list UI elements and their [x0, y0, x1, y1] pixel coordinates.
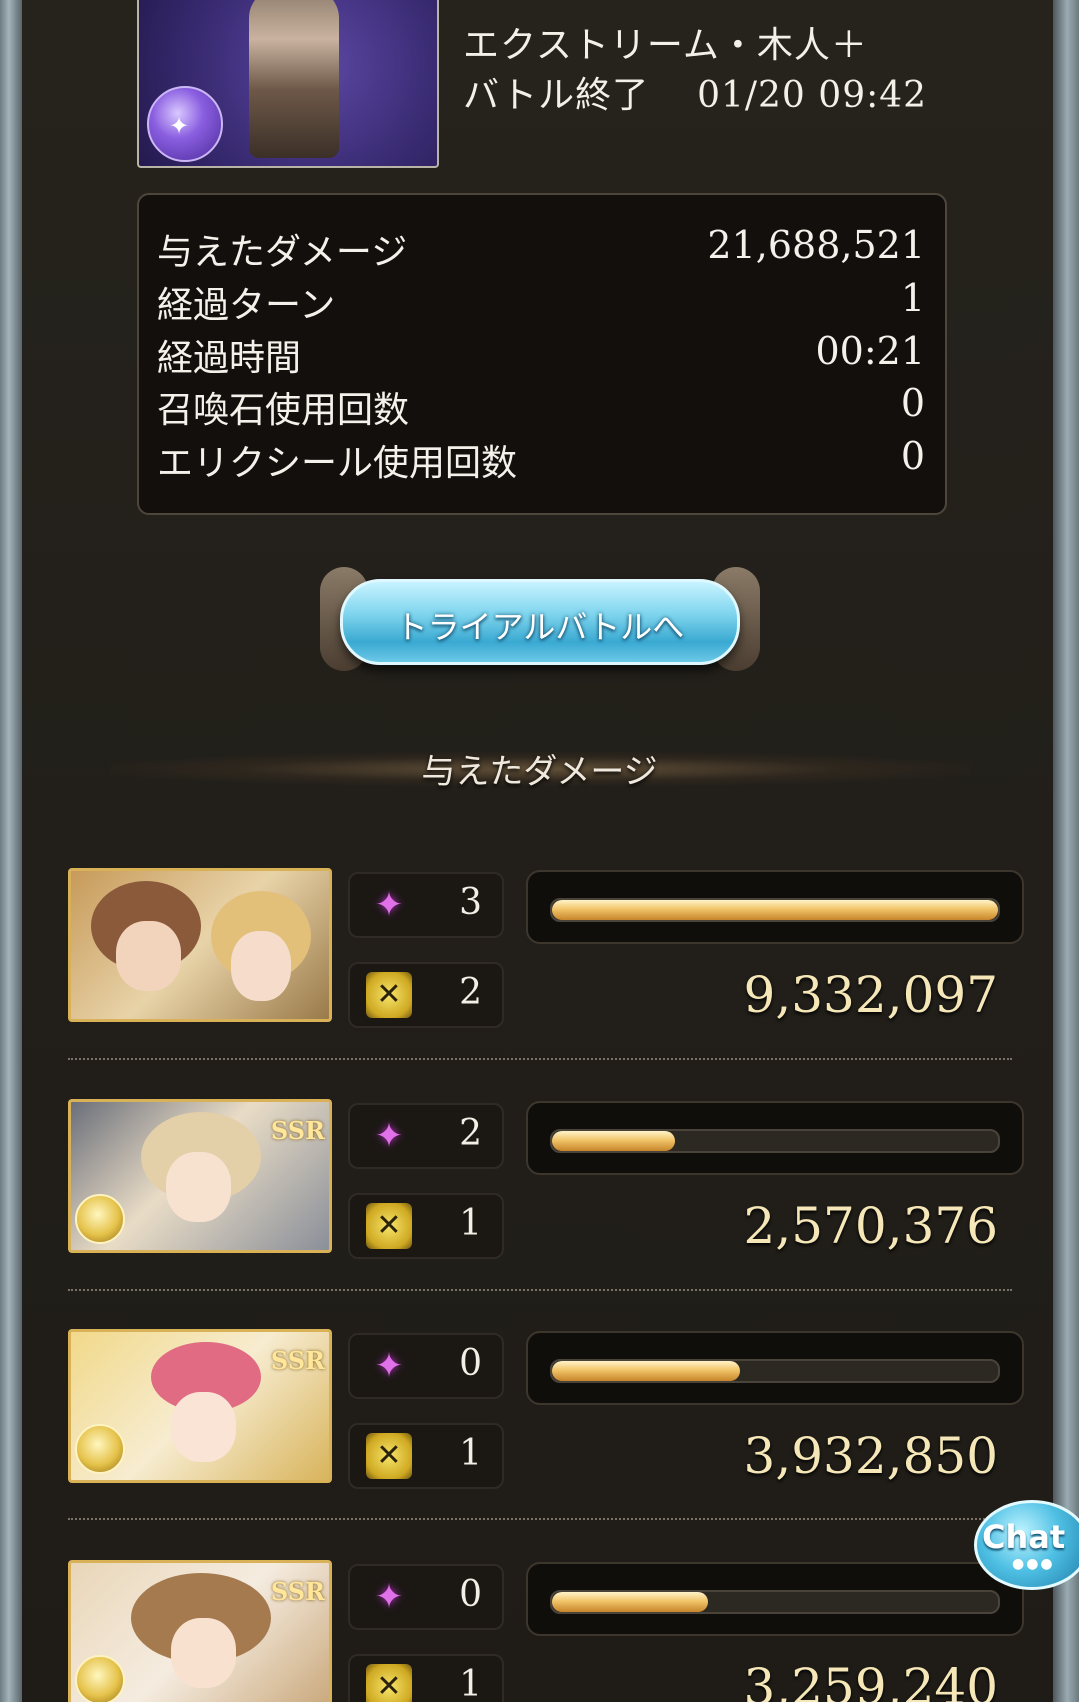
damage-bar	[526, 1101, 1024, 1175]
sparkle-icon: ✦	[374, 1346, 404, 1386]
sparkle-icon: ✦	[374, 1116, 404, 1156]
damage-bar-track	[550, 1129, 1000, 1153]
portrait-art	[171, 1618, 236, 1688]
chat-button[interactable]: Chat ●●●	[974, 1500, 1079, 1596]
skill-count-box: ✦ 0	[348, 1333, 504, 1399]
charge-attack-count-box: ✕ 2	[348, 962, 504, 1028]
stat-label: エリクシール使用回数	[157, 443, 518, 484]
crossed-swords-icon: ✕	[366, 1203, 412, 1249]
stat-label: 与えたダメージ	[157, 232, 408, 273]
charge-attack-count: 1	[459, 1433, 482, 1474]
charge-attack-count: 1	[459, 1664, 482, 1702]
damage-bar-track	[550, 1359, 1000, 1383]
stat-value: 0	[900, 381, 925, 425]
stat-row-turns: 経過ターン 1	[157, 276, 925, 328]
damage-value: 9,332,097	[743, 966, 998, 1024]
character-portrait[interactable]: SSR	[68, 1099, 332, 1253]
boss-figure-image	[249, 0, 339, 158]
stat-value: 0	[900, 434, 925, 478]
portrait-art	[171, 1392, 236, 1462]
skill-count-box: ✦ 0	[348, 1564, 504, 1630]
charge-attack-count: 2	[459, 972, 482, 1013]
damage-bar	[526, 1331, 1024, 1405]
stat-label: 経過時間	[157, 338, 302, 379]
battle-timestamp: 01/20 09:42	[697, 75, 928, 116]
stat-row-summons: 召喚石使用回数 0	[157, 381, 925, 433]
stat-value: 1	[900, 276, 925, 320]
portrait-art	[116, 921, 181, 991]
damage-bar-track	[550, 1590, 1000, 1614]
skill-count: 0	[459, 1343, 482, 1384]
stat-value: 00:21	[815, 329, 925, 373]
chat-dots-icon: ●●●	[1012, 1556, 1055, 1572]
charge-attack-count-box: ✕ 1	[348, 1654, 504, 1702]
charge-attack-count-box: ✕ 1	[348, 1193, 504, 1259]
ssr-badge: SSR	[270, 1346, 325, 1375]
damage-bar-track	[550, 898, 1000, 922]
battle-end-line: バトル終了 01/20 09:42	[463, 66, 927, 118]
stat-row-elixirs: エリクシール使用回数 0	[157, 434, 925, 486]
portrait-art	[166, 1152, 231, 1222]
damage-bar-fill	[552, 900, 998, 920]
trial-battle-button[interactable]: トライアルバトルへ	[320, 567, 760, 671]
skill-count-box: ✦ 2	[348, 1103, 504, 1169]
row-divider	[68, 1058, 1012, 1060]
battle-stats-box: 与えたダメージ 21,688,521 経過ターン 1 経過時間 00:21 召喚…	[137, 193, 947, 515]
damage-value: 2,570,376	[743, 1197, 998, 1255]
damage-bar-fill	[552, 1361, 740, 1381]
damage-row: ✦ 3 ✕ 2 9,332,097	[68, 868, 1024, 1068]
character-portrait[interactable]: SSR	[68, 1560, 332, 1702]
light-element-icon	[75, 1424, 125, 1474]
stat-row-damage: 与えたダメージ 21,688,521	[157, 223, 925, 275]
crossed-swords-icon: ✕	[366, 1664, 412, 1702]
left-frame	[0, 0, 22, 1702]
row-divider	[68, 1289, 1012, 1291]
right-frame	[1053, 0, 1079, 1702]
damage-row: SSR ✦ 0 ✕ 1 3,932,850	[68, 1329, 1024, 1529]
skill-count: 2	[459, 1113, 482, 1154]
skill-count: 0	[459, 1574, 482, 1615]
damage-row: SSR ✦ 2 ✕ 1 2,570,376	[68, 1099, 1024, 1299]
sparkle-icon: ✦	[374, 1577, 404, 1617]
stat-label: 召喚石使用回数	[157, 390, 410, 431]
damage-bar	[526, 1562, 1024, 1636]
crossed-swords-icon: ✕	[366, 972, 412, 1018]
boss-thumbnail: ✦	[137, 0, 439, 168]
battle-status: バトル終了	[463, 75, 650, 116]
damage-value: 3,932,850	[743, 1427, 998, 1485]
quest-name: エクストリーム・木人＋	[463, 25, 868, 66]
crossed-swords-icon: ✕	[366, 1433, 412, 1479]
sparkle-icon: ✦	[374, 885, 404, 925]
damage-row: SSR ✦ 0 ✕ 1 3,259,240	[68, 1560, 1024, 1702]
character-portrait[interactable]	[68, 868, 332, 1022]
light-element-icon	[75, 1194, 125, 1244]
button-body: トライアルバトルへ	[340, 579, 740, 665]
skill-count: 3	[459, 882, 482, 923]
charge-attack-count: 1	[459, 1203, 482, 1244]
dark-element-icon: ✦	[147, 86, 223, 162]
damage-bar	[526, 870, 1024, 944]
ssr-badge: SSR	[270, 1577, 325, 1606]
character-portrait[interactable]: SSR	[68, 1329, 332, 1483]
stat-label: 経過ターン	[157, 285, 336, 326]
stat-value: 21,688,521	[707, 223, 925, 267]
light-element-icon	[75, 1655, 125, 1702]
skill-count-box: ✦ 3	[348, 872, 504, 938]
ssr-badge: SSR	[270, 1116, 325, 1145]
portrait-art	[231, 931, 291, 1001]
damage-value: 3,259,240	[743, 1658, 998, 1702]
charge-attack-count-box: ✕ 1	[348, 1423, 504, 1489]
damage-section-title: 与えたダメージ	[421, 752, 658, 792]
chat-label: Chat	[982, 1518, 1066, 1556]
row-divider	[68, 1518, 1012, 1520]
damage-bar-fill	[552, 1592, 708, 1612]
trial-battle-label: トライアルバトルへ	[395, 608, 685, 646]
damage-bar-fill	[552, 1131, 675, 1151]
stat-row-time: 経過時間 00:21	[157, 329, 925, 381]
